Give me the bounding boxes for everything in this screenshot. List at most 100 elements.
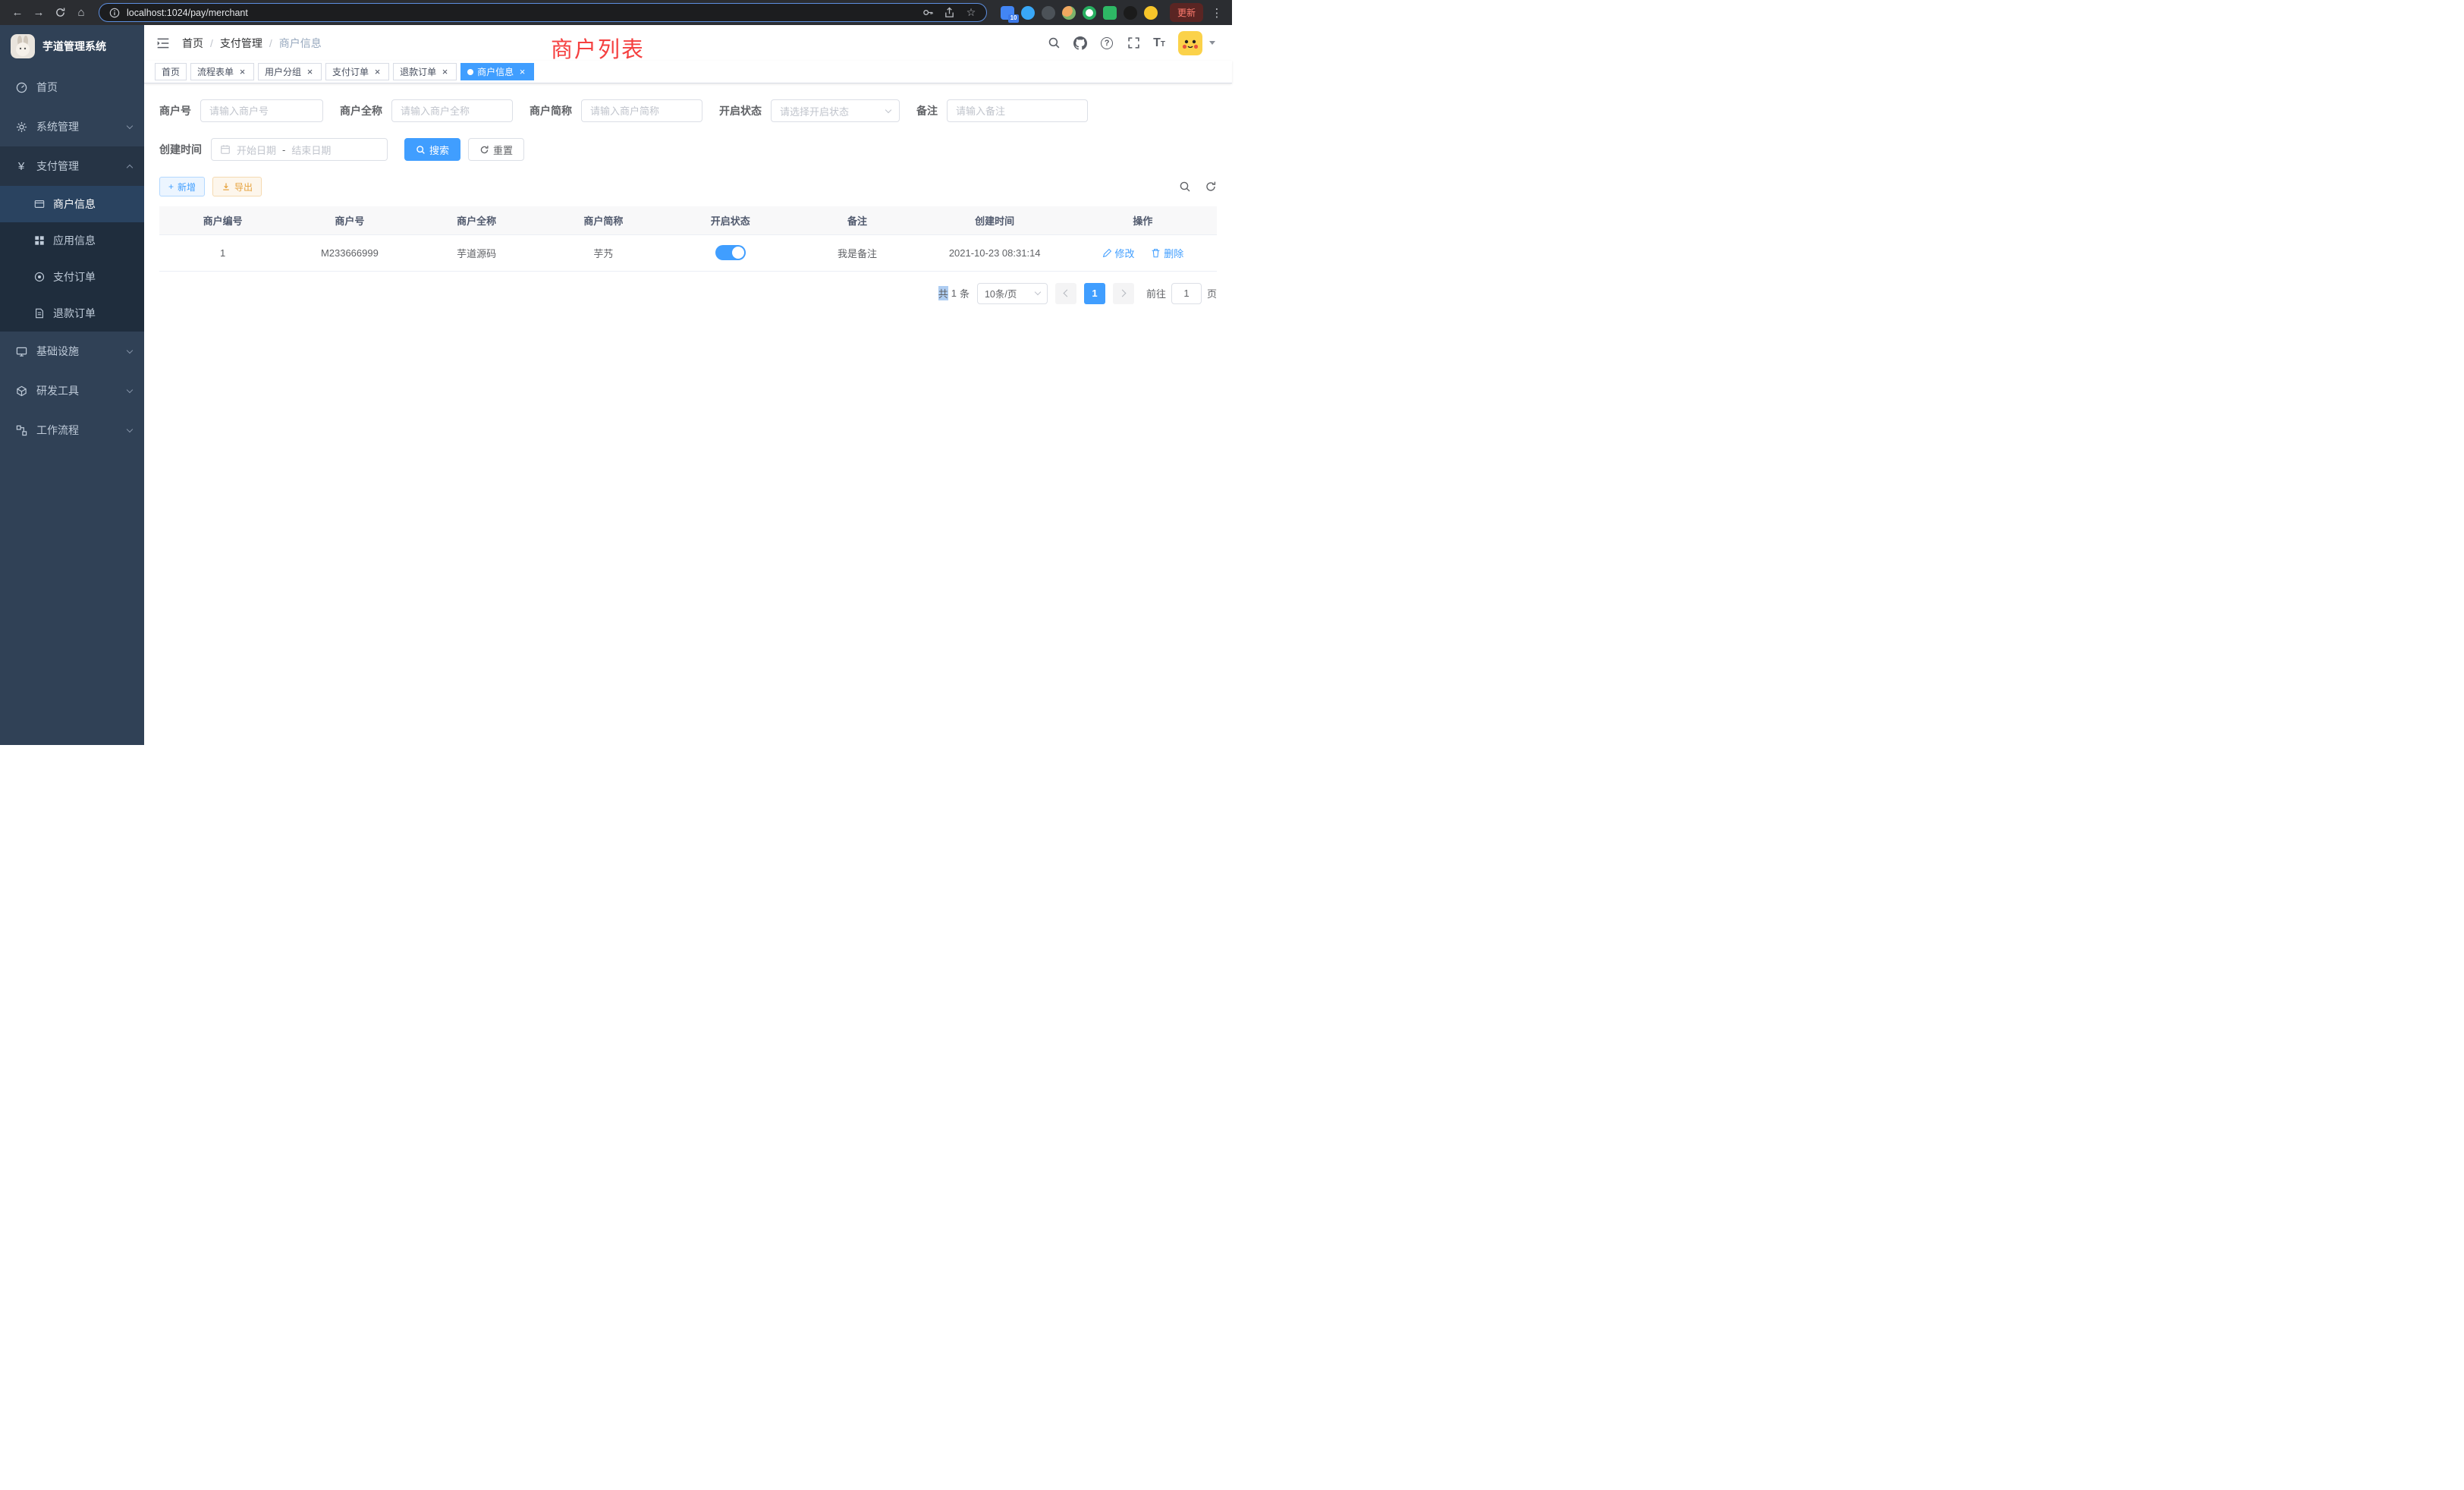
browser-reload-icon[interactable] [50, 3, 70, 23]
col-status: 开启状态 [667, 206, 794, 234]
filter-label: 商户号 [159, 103, 191, 118]
sidebar-item-devtools[interactable]: 研发工具 [0, 371, 144, 410]
browser-home-icon[interactable]: ⌂ [71, 3, 91, 23]
browser-update-button[interactable]: 更新 [1170, 3, 1203, 22]
user-avatar[interactable] [1178, 31, 1202, 55]
status-switch[interactable] [715, 245, 746, 260]
col-actions: 操作 [1069, 206, 1217, 234]
browser-menu-icon[interactable]: ⋮ [1209, 6, 1224, 20]
toggle-search-icon[interactable] [1179, 181, 1191, 193]
sidebar-item-pay-order[interactable]: 支付订单 [0, 259, 144, 295]
cube-icon [15, 385, 27, 397]
browser-forward-icon[interactable]: → [29, 3, 49, 23]
sidebar-logo[interactable]: 芋道管理系统 [0, 25, 144, 68]
add-button-label: 新增 [178, 181, 196, 193]
extension-drop-icon[interactable] [1021, 6, 1035, 20]
refresh-icon[interactable] [1205, 181, 1217, 193]
export-button[interactable]: 导出 [212, 177, 262, 196]
goto-page-input[interactable] [1171, 283, 1202, 304]
github-icon[interactable] [1073, 36, 1087, 50]
sidebar-item-merchant-info[interactable]: 商户信息 [0, 186, 144, 222]
total-count: 1 [951, 288, 957, 299]
extension-yellow-icon[interactable] [1144, 6, 1158, 20]
font-size-icon[interactable]: TT [1153, 37, 1165, 49]
next-page-button[interactable] [1113, 283, 1134, 304]
sidebar-item-home[interactable]: 首页 [0, 68, 144, 107]
tab-merchant-info[interactable]: 商户信息 × [460, 63, 534, 80]
merchant-no-input[interactable] [209, 105, 314, 117]
extension-blue-icon[interactable]: 10 [1001, 6, 1014, 20]
extension-green-square-icon[interactable] [1103, 6, 1117, 20]
tab-pay-order[interactable]: 支付订单 × [325, 63, 389, 80]
extension-black-icon[interactable] [1124, 6, 1137, 20]
reset-button[interactable]: 重置 [468, 138, 524, 161]
app-title: 芋道管理系统 [42, 39, 106, 54]
extension-green-ring-icon[interactable] [1083, 6, 1096, 20]
select-placeholder: 请选择开启状态 [780, 104, 849, 118]
browser-back-icon[interactable]: ← [8, 3, 27, 23]
delete-link[interactable]: 删除 [1151, 246, 1183, 260]
extension-badge: 10 [1008, 14, 1019, 23]
page-size-select[interactable]: 10条/页 [977, 283, 1048, 304]
sidebar-item-payment[interactable]: ¥ 支付管理 [0, 146, 144, 186]
app-frame: 芋道管理系统 首页 系统管理 ¥ 支付管理 商户信息 [0, 25, 1232, 745]
add-button[interactable]: + 新增 [159, 177, 205, 196]
sidebar-item-system[interactable]: 系统管理 [0, 107, 144, 146]
breadcrumb-section[interactable]: 支付管理 [220, 36, 262, 51]
col-short-name: 商户简称 [540, 206, 667, 234]
cell-create-time: 2021-10-23 08:31:14 [921, 234, 1069, 271]
share-icon[interactable] [944, 7, 956, 19]
extension-avatar-icon[interactable] [1062, 6, 1076, 20]
edit-link[interactable]: 修改 [1102, 246, 1135, 260]
filter-short-name: 商户简称 [530, 99, 702, 122]
address-bar[interactable]: localhost:1024/pay/merchant ☆ [99, 3, 987, 22]
table-toolbar: + 新增 导出 [159, 177, 1217, 196]
date-range-picker[interactable]: 开始日期 - 结束日期 [211, 138, 388, 161]
bookmark-star-icon[interactable]: ☆ [965, 7, 977, 19]
filter-merchant-no: 商户号 [159, 99, 323, 122]
full-name-input[interactable] [401, 105, 504, 117]
user-menu-caret-icon[interactable] [1209, 41, 1215, 45]
fullscreen-icon[interactable] [1127, 36, 1140, 50]
tab-process-form[interactable]: 流程表单 × [190, 63, 254, 80]
search-icon[interactable] [1047, 36, 1061, 50]
prev-page-button[interactable] [1055, 283, 1076, 304]
goto-label: 前往 [1146, 286, 1166, 300]
tab-label: 用户分组 [265, 65, 301, 78]
tab-user-group[interactable]: 用户分组 × [258, 63, 322, 80]
password-key-icon[interactable] [922, 7, 935, 19]
sidebar-item-label: 退款订单 [53, 306, 134, 321]
sidebar-item-app-info[interactable]: 应用信息 [0, 222, 144, 259]
site-info-icon[interactable] [108, 7, 121, 19]
chevron-down-icon [127, 347, 133, 353]
sidebar-item-refund-order[interactable]: 退款订单 [0, 295, 144, 332]
date-end-placeholder: 结束日期 [291, 143, 331, 157]
search-button[interactable]: 搜索 [404, 138, 460, 161]
remark-input[interactable] [956, 105, 1079, 117]
status-select[interactable]: 请选择开启状态 [771, 99, 900, 122]
target-icon [33, 271, 46, 283]
short-name-input[interactable] [590, 105, 693, 117]
gear-icon [15, 121, 27, 133]
sidebar-item-infra[interactable]: 基础设施 [0, 332, 144, 371]
tab-close-icon[interactable]: × [517, 67, 527, 77]
sidebar-item-workflow[interactable]: 工作流程 [0, 410, 144, 450]
col-remark: 备注 [794, 206, 920, 234]
tab-close-icon[interactable]: × [372, 67, 382, 77]
extension-icons: 10 [1001, 6, 1158, 20]
sidebar-toggle-icon[interactable] [156, 36, 170, 50]
extension-dark-icon[interactable] [1042, 6, 1055, 20]
sidebar-item-label: 研发工具 [36, 383, 118, 398]
breadcrumb-home[interactable]: 首页 [182, 36, 203, 51]
page-number-1[interactable]: 1 [1084, 283, 1105, 304]
tab-close-icon[interactable]: × [237, 67, 247, 77]
tab-close-icon[interactable]: × [305, 67, 315, 77]
payment-submenu: 商户信息 应用信息 支付订单 退款订单 [0, 186, 144, 332]
logo-avatar [11, 34, 35, 58]
reset-button-label: 重置 [493, 143, 513, 157]
help-icon[interactable]: ? [1100, 36, 1114, 50]
tab-home[interactable]: 首页 [155, 63, 187, 80]
tab-refund-order[interactable]: 退款订单 × [393, 63, 457, 80]
tab-close-icon[interactable]: × [440, 67, 450, 77]
filter-create-time: 创建时间 开始日期 - 结束日期 [159, 138, 388, 161]
